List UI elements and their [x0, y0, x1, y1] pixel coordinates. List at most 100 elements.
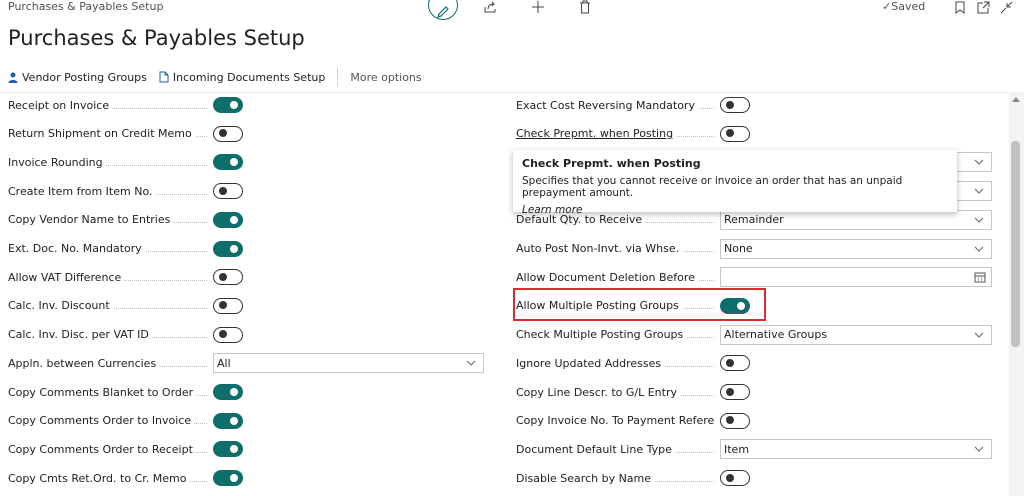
toggle-copy-vendor-name-to-entries[interactable] [213, 211, 243, 228]
field-label: Copy Line Descr. to G/L Entry [516, 385, 714, 399]
plus-icon[interactable] [530, 0, 546, 14]
field-label: Invoice Rounding [8, 155, 207, 169]
scrollbar-thumb[interactable] [1011, 141, 1020, 347]
toggle-copy-comments-order-to-receipt[interactable] [213, 441, 243, 458]
person-icon [8, 72, 18, 83]
field-calc-inv-disc-per-vat-id: Calc. Inv. Disc. per VAT ID [8, 325, 488, 345]
pencil-icon [437, 6, 449, 18]
more-options-button[interactable]: More options [350, 71, 421, 84]
field-copy-vendor-name-to-entries: Copy Vendor Name to Entries [8, 210, 488, 230]
field-label-text: Ext. Doc. No. Mandatory [8, 242, 145, 255]
scroll-up-arrow-icon[interactable] [1012, 96, 1020, 102]
field-label: Return Shipment on Credit Memo [8, 127, 207, 141]
field-label: Copy Comments Order to Invoice [8, 414, 207, 428]
chevron-down-icon [974, 332, 984, 338]
select-check-multiple-posting-groups[interactable]: Alternative Groups [720, 324, 992, 345]
field-label: Allow VAT Difference [8, 270, 207, 284]
field-label: Calc. Inv. Discount [8, 299, 207, 313]
field-copy-comments-order-to-invoice: Copy Comments Order to Invoice [8, 411, 488, 431]
field-label-text: Document Default Line Type [516, 442, 675, 456]
select-value: Alternative Groups [724, 328, 828, 342]
edit-button[interactable] [428, 0, 458, 20]
toggle-knob [219, 301, 227, 310]
toggle-ignore-updated-addresses[interactable] [720, 355, 750, 372]
field-calc-inv-discount: Calc. Inv. Discount [8, 296, 488, 316]
field-label: Check Prepmt. when Posting [516, 127, 714, 141]
vendor-posting-groups-action[interactable]: Vendor Posting Groups [8, 71, 147, 84]
toggle-disable-search-by-name[interactable] [720, 470, 750, 487]
open-new-window-icon[interactable] [975, 0, 991, 14]
field-document-default-line-type: Document Default Line Type Item [516, 439, 996, 460]
chevron-down-icon [974, 246, 984, 252]
field-label-text: Copy Invoice No. To Payment Reference [516, 414, 714, 428]
field-copy-invoice-no-to-payment-reference: Copy Invoice No. To Payment Reference [516, 411, 996, 431]
toggle-check-prepmt-when-posting[interactable] [720, 125, 750, 142]
delete-icon[interactable] [577, 0, 593, 14]
field-allow-vat-difference: Allow VAT Difference [8, 267, 488, 287]
toggle-receipt-on-invoice[interactable] [213, 97, 243, 113]
toggle-copy-comments-order-to-invoice[interactable] [213, 412, 243, 429]
field-label: Receipt on Invoice [8, 98, 207, 112]
toggle-allow-vat-difference[interactable] [213, 269, 243, 286]
field-label-text: Check Multiple Posting Groups [516, 328, 687, 342]
select-auto-post-non-invt-via-whse[interactable]: None [720, 238, 992, 259]
field-label-text: Check Prepmt. when Posting [516, 127, 677, 141]
chevron-down-icon [466, 360, 476, 367]
field-label-text: Calc. Inv. Disc. per VAT ID [8, 328, 152, 342]
field-label: Exact Cost Reversing Mandatory [516, 98, 714, 112]
field-exact-cost-reversing-mandatory: Exact Cost Reversing Mandatory [516, 95, 996, 115]
toggle-knob [230, 101, 238, 109]
document-icon [159, 71, 169, 83]
field-label-text: Return Shipment on Credit Memo [8, 127, 195, 141]
field-label: Copy Comments Blanket to Order [8, 385, 207, 399]
field-label-text: Create Item from Item No. [8, 184, 156, 198]
toggle-create-item-from-item-no[interactable] [213, 183, 243, 200]
field-copy-comments-order-to-receipt: Copy Comments Order to Receipt [8, 439, 488, 459]
collapse-icon[interactable] [998, 0, 1014, 14]
field-label: Create Item from Item No. [8, 184, 207, 198]
toggle-ext-doc-no-mandatory[interactable] [213, 240, 243, 257]
divider [0, 92, 1008, 93]
toggle-invoice-rounding[interactable] [213, 154, 243, 171]
field-invoice-rounding: Invoice Rounding [8, 152, 488, 172]
chevron-down-icon [974, 447, 984, 453]
learn-more-link[interactable]: Learn more [522, 204, 948, 216]
field-label-text: Copy Comments Blanket to Order [8, 385, 197, 399]
field-copy-line-descr-to-g-l-entry: Copy Line Descr. to G/L Entry [516, 382, 996, 402]
field-label: Ext. Doc. No. Mandatory [8, 242, 207, 255]
toggle-copy-comments-blanket-to-order[interactable] [213, 384, 243, 400]
toggle-exact-cost-reversing-mandatory[interactable] [720, 97, 750, 113]
field-label-text: Allow Document Deletion Before [516, 270, 698, 284]
date-allow-document-deletion-before[interactable] [720, 267, 992, 288]
toggle-knob [230, 158, 238, 167]
field-return-shipment-on-credit-memo: Return Shipment on Credit Memo [8, 124, 488, 144]
field-label-text: Calc. Inv. Discount [8, 299, 113, 313]
select-value: None [724, 242, 753, 255]
tooltip-title: Check Prepmt. when Posting [522, 157, 701, 170]
calendar-icon[interactable] [974, 271, 986, 283]
toggle-knob [230, 244, 238, 253]
bookmark-icon[interactable] [952, 0, 968, 14]
chevron-down-icon [974, 188, 984, 194]
toggle-copy-cmts-ret-ord-to-cr-memo[interactable] [213, 470, 243, 487]
toggle-knob [726, 387, 734, 396]
field-label: Appln. between Currencies [8, 356, 207, 370]
toggle-copy-line-descr-to-g-l-entry[interactable] [720, 384, 750, 400]
field-auto-post-non-invt-via-whse: Auto Post Non-Invt. via Whse. None [516, 238, 996, 259]
select-appln-between-currencies[interactable]: All [213, 353, 484, 374]
field-check-prepmt-when-posting: Check Prepmt. when Posting [516, 124, 996, 144]
incoming-documents-setup-action[interactable]: Incoming Documents Setup [159, 71, 325, 84]
toggle-copy-invoice-no-to-payment-reference[interactable] [720, 412, 750, 429]
select-document-default-line-type[interactable]: Item [720, 439, 992, 460]
field-ignore-updated-addresses: Ignore Updated Addresses [516, 353, 996, 373]
toggle-return-shipment-on-credit-memo[interactable] [213, 125, 243, 142]
field-copy-comments-blanket-to-order: Copy Comments Blanket to Order [8, 382, 488, 402]
field-label: Disable Search by Name [516, 471, 714, 485]
toggle-knob [219, 272, 227, 281]
share-icon[interactable] [482, 0, 498, 14]
toggle-calc-inv-disc-per-vat-id[interactable] [213, 326, 243, 343]
select-value: Item [724, 442, 750, 456]
field-create-item-from-item-no: Create Item from Item No. [8, 181, 488, 201]
toggle-knob [219, 129, 227, 138]
toggle-calc-inv-discount[interactable] [213, 297, 243, 314]
